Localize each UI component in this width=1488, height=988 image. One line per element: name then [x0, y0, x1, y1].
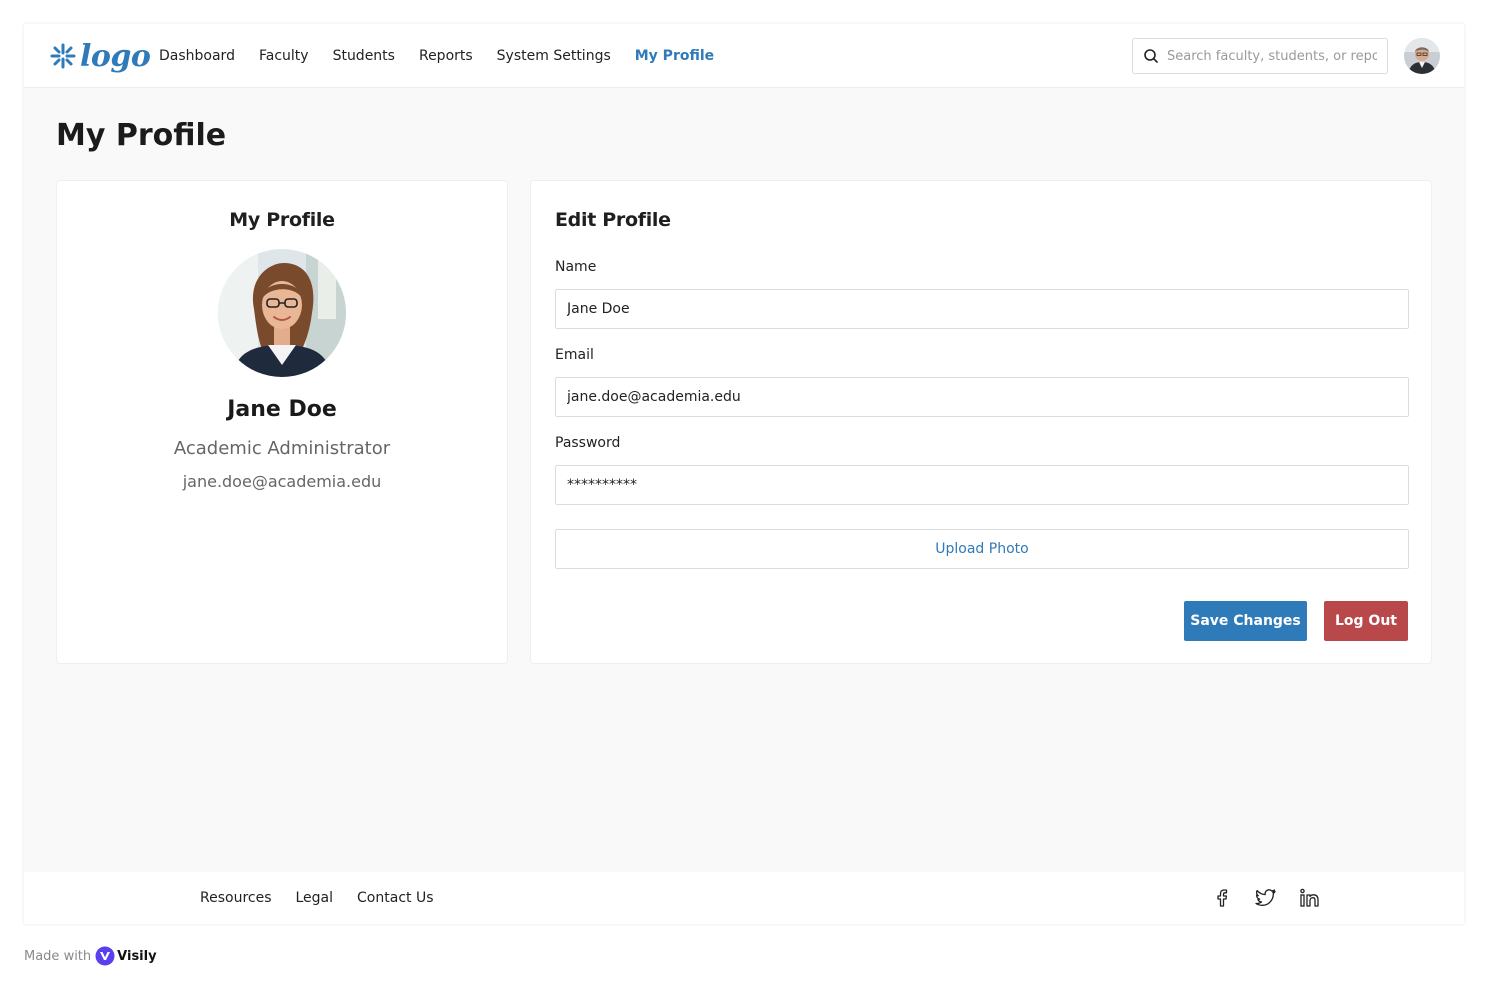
profile-name: Jane Doe — [227, 397, 337, 422]
footer-link-resources[interactable]: Resources — [200, 890, 272, 906]
edit-profile-card: Edit Profile Name Email Password Upload … — [530, 180, 1432, 664]
save-changes-button[interactable]: Save Changes — [1184, 601, 1307, 641]
profile-card-heading: My Profile — [229, 209, 335, 231]
nav-item-faculty[interactable]: Faculty — [259, 48, 309, 64]
made-with-brand: Visily — [117, 948, 157, 964]
made-with-badge[interactable]: Made with Visily — [24, 946, 157, 966]
search-input[interactable] — [1167, 48, 1377, 64]
log-out-button[interactable]: Log Out — [1324, 601, 1408, 641]
password-field[interactable] — [555, 465, 1409, 505]
email-label: Email — [555, 347, 594, 363]
password-label: Password — [555, 435, 621, 451]
name-field[interactable] — [555, 289, 1409, 329]
visily-logo-icon — [95, 946, 115, 966]
social-links — [1210, 886, 1342, 910]
page-footer: Resources Legal Contact Us — [24, 872, 1464, 924]
made-with-text: Made with — [24, 948, 92, 964]
nav-item-students[interactable]: Students — [333, 48, 395, 64]
nav-item-my-profile[interactable]: My Profile — [635, 48, 714, 64]
search-icon — [1144, 49, 1158, 63]
app-logo[interactable]: logo — [50, 36, 151, 76]
main-nav: Dashboard Faculty Students Reports Syste… — [159, 24, 738, 88]
upload-photo-button[interactable]: Upload Photo — [555, 529, 1409, 569]
profile-email: jane.doe@academia.edu — [182, 472, 382, 491]
footer-link-contact-us[interactable]: Contact Us — [357, 890, 433, 906]
profile-photo — [218, 249, 346, 377]
top-navigation-bar: logo Dashboard Faculty Students Reports … — [24, 24, 1464, 88]
nav-item-reports[interactable]: Reports — [419, 48, 473, 64]
profile-role: Academic Administrator — [173, 438, 391, 459]
profile-summary-card: My Profile Jane Doe Academic Administrat… — [56, 180, 508, 664]
linkedin-icon[interactable] — [1298, 886, 1322, 910]
page-title: My Profile — [56, 118, 227, 153]
user-avatar[interactable] — [1404, 38, 1440, 74]
profile-photo-image — [218, 249, 346, 377]
app-frame: logo Dashboard Faculty Students Reports … — [24, 24, 1464, 924]
nav-item-system-settings[interactable]: System Settings — [497, 48, 611, 64]
user-avatar-image — [1404, 38, 1440, 74]
search-box[interactable] — [1132, 38, 1388, 74]
facebook-icon[interactable] — [1210, 886, 1234, 910]
email-field[interactable] — [555, 377, 1409, 417]
twitter-icon[interactable] — [1254, 886, 1278, 910]
footer-link-legal[interactable]: Legal — [296, 890, 334, 906]
asterisk-logo-icon — [50, 43, 76, 69]
edit-profile-heading: Edit Profile — [555, 209, 671, 231]
logo-wordmark: logo — [80, 38, 151, 74]
footer-links: Resources Legal Contact Us — [200, 872, 458, 924]
nav-item-dashboard[interactable]: Dashboard — [159, 48, 235, 64]
name-label: Name — [555, 259, 597, 275]
